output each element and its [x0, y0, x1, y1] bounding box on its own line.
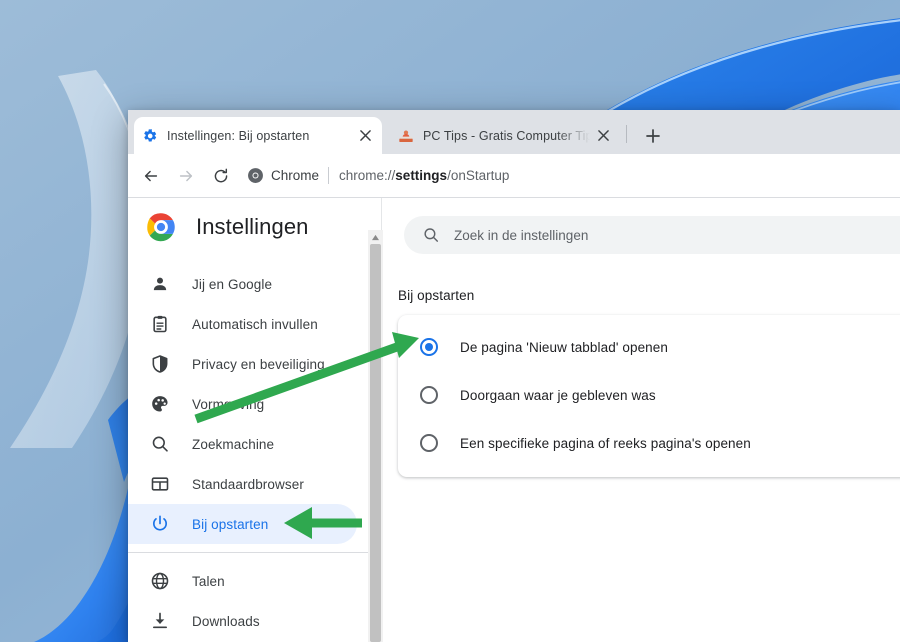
chrome-icon [248, 168, 263, 183]
sidebar-item-label: Talen [192, 573, 225, 589]
person-icon [153, 277, 167, 291]
sidebar-item-bij-opstarten[interactable]: Bij opstarten [128, 504, 357, 544]
chrome-chip-label: Chrome [271, 168, 320, 183]
url-suffix: /onStartup [447, 168, 510, 183]
browser-window-icon [151, 477, 169, 491]
scroll-up-arrow-icon[interactable] [368, 230, 383, 244]
sidebar-item-label: Downloads [192, 613, 260, 629]
sidebar-item-jij-en-google[interactable]: Jij en Google [128, 264, 357, 304]
sidebar-item-label: Standaardbrowser [192, 476, 304, 492]
close-icon[interactable] [356, 127, 374, 145]
back-button[interactable] [136, 161, 166, 191]
sidebar-item-talen[interactable]: Talen [128, 561, 357, 601]
sidebar-item-label: Zoekmachine [192, 436, 275, 452]
sidebar-item-label: Bij opstarten [192, 516, 269, 532]
page-title: Instellingen [196, 214, 309, 239]
shield-icon [152, 355, 168, 373]
tab-separator [626, 125, 627, 143]
sidebar-item-standaardbrowser[interactable]: Standaardbrowser [128, 464, 357, 504]
sidebar-item-label: Privacy en beveiliging [192, 356, 325, 372]
search-placeholder: Zoek in de instellingen [454, 227, 589, 243]
sidebar-item-vormgeving[interactable]: Vormgeving [128, 384, 357, 424]
close-icon[interactable] [594, 127, 612, 145]
radio-option-continue[interactable]: Doorgaan waar je gebleven was [398, 371, 900, 419]
scrollbar-thumb[interactable] [370, 244, 381, 642]
section-title: Bij opstarten [398, 288, 475, 303]
chrome-origin-chip: Chrome [247, 167, 328, 184]
power-icon [153, 515, 167, 531]
search-icon [152, 436, 168, 452]
radio-button[interactable] [420, 386, 438, 404]
sidebar-item-label: Automatisch invullen [192, 316, 318, 332]
startup-options-card: De pagina 'Nieuw tabblad' openen Doorgaa… [398, 315, 900, 477]
reload-button[interactable] [206, 161, 236, 191]
address-bar[interactable]: Chrome chrome://settings/onStartup [247, 161, 892, 191]
sidebar-item-downloads[interactable]: Downloads [128, 601, 357, 641]
url-bold: settings [395, 168, 448, 183]
sidebar-item-zoekmachine[interactable]: Zoekmachine [128, 424, 357, 464]
radio-button[interactable] [420, 434, 438, 452]
globe-icon [151, 572, 169, 590]
radio-label: Doorgaan waar je gebleven was [460, 387, 656, 403]
settings-main-panel: Zoek in de instellingen Bij opstarten De… [381, 198, 900, 642]
palette-icon [152, 396, 168, 412]
gear-icon [144, 128, 157, 142]
forward-button[interactable] [171, 161, 201, 191]
clipboard-icon [153, 315, 167, 333]
url-text: chrome://settings/onStartup [329, 168, 509, 183]
radio-option-new-tab[interactable]: De pagina 'Nieuw tabblad' openen [398, 323, 900, 371]
radio-label: Een specifieke pagina of reeks pagina's … [460, 435, 751, 451]
tab-strip: Instellingen: Bij opstarten PC Tips - Gr… [128, 110, 900, 154]
sidebar-item-privacy-en-beveiliging[interactable]: Privacy en beveiliging [128, 344, 357, 384]
settings-sidebar: Instellingen Jij en Google Automatisch i… [128, 198, 383, 642]
radio-label: De pagina 'Nieuw tabblad' openen [460, 339, 669, 355]
tab-pc-tips[interactable]: PC Tips - Gratis Computer Tips, i [390, 117, 620, 154]
url-prefix: chrome:// [339, 168, 396, 183]
browser-toolbar: Chrome chrome://settings/onStartup [128, 154, 900, 198]
radio-option-specific-pages[interactable]: Een specifieke pagina of reeks pagina's … [398, 419, 900, 467]
tab-title: Instellingen: Bij opstarten [167, 128, 310, 143]
chrome-logo [147, 213, 175, 242]
tab-title: PC Tips - Gratis Computer Tips, i [423, 128, 590, 143]
radio-button[interactable] [420, 338, 438, 356]
sidebar-scrollbar[interactable] [368, 230, 383, 642]
settings-header: Instellingen [128, 198, 381, 256]
chrome-browser-window: Instellingen: Bij opstarten PC Tips - Gr… [128, 110, 900, 642]
search-input[interactable]: Zoek in de instellingen [404, 216, 900, 254]
new-tab-button[interactable] [640, 123, 666, 149]
pc-tips-icon [399, 130, 413, 142]
sidebar-item-label: Jij en Google [192, 276, 273, 292]
download-icon [153, 612, 167, 629]
sidebar-divider [128, 552, 381, 553]
tab-settings[interactable]: Instellingen: Bij opstarten [134, 117, 382, 154]
settings-page: Instellingen Jij en Google Automatisch i… [128, 198, 900, 642]
sidebar-item-automatisch-invullen[interactable]: Automatisch invullen [128, 304, 357, 344]
sidebar-item-label: Vormgeving [192, 396, 265, 412]
settings-menu: Jij en Google Automatisch invullen Priva… [128, 256, 381, 641]
search-icon [424, 228, 439, 242]
